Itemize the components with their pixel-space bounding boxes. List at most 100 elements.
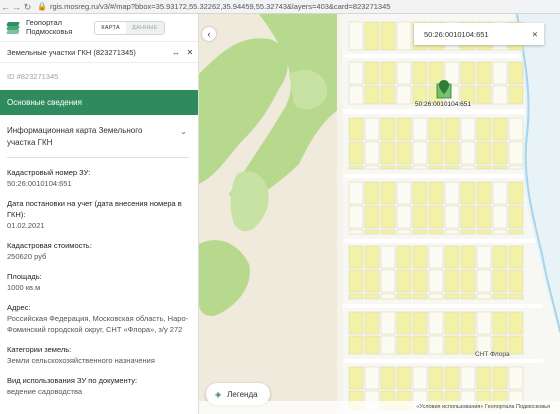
copyright-bar[interactable]: «Условия использования» Геопортала Подмо…	[199, 401, 560, 414]
section-main-info[interactable]: Основные сведения	[0, 90, 198, 115]
land-parcel	[380, 165, 396, 170]
land-parcel	[364, 293, 380, 300]
land-parcel	[396, 117, 412, 141]
land-parcel	[444, 205, 460, 229]
land-parcel	[396, 85, 412, 105]
land-parcel	[412, 205, 428, 229]
road	[343, 304, 543, 308]
land-parcel	[364, 335, 380, 355]
logo-text[interactable]: Геопортал Подмосковья	[26, 18, 72, 36]
field-cadastral-value: Кадастровая стоимость: 250620 руб	[0, 240, 198, 262]
land-parcel	[428, 141, 444, 165]
land-parcel	[428, 293, 444, 300]
land-parcel	[380, 335, 396, 355]
land-parcel	[460, 311, 476, 335]
land-parcel	[508, 61, 524, 85]
land-parcel	[380, 205, 396, 229]
land-parcel	[412, 117, 428, 141]
land-parcel	[444, 117, 460, 141]
field-value: Российская Федерация, Московская область…	[7, 314, 189, 334]
land-parcel	[508, 165, 524, 170]
logo-header: Геопортал Подмосковья КАРТА ДАННЫЕ	[0, 14, 198, 41]
land-parcel	[412, 229, 428, 235]
land-parcel	[444, 61, 460, 85]
land-parcel	[348, 335, 364, 355]
url-field[interactable]: rgis.mosreg.ru/v3/#/map?bbox=35.93172,55…	[50, 2, 390, 11]
land-parcel	[460, 229, 476, 235]
land-parcel	[476, 269, 492, 293]
field-label: Адрес:	[7, 303, 31, 312]
chevron-down-icon[interactable]: ⌄	[180, 127, 187, 136]
land-parcel	[460, 61, 476, 85]
land-parcel	[492, 269, 508, 293]
land-parcel	[508, 229, 524, 235]
field-value: 50:26:0010104:651	[7, 179, 72, 188]
land-parcel	[508, 205, 524, 229]
land-parcel	[444, 141, 460, 165]
clear-search-icon[interactable]: ✕	[532, 30, 538, 39]
land-parcel	[396, 205, 412, 229]
expand-arrows-icon[interactable]: ↔	[170, 48, 182, 57]
land-parcel	[380, 21, 396, 51]
back-arrow-icon[interactable]: ←	[0, 0, 11, 14]
land-parcel	[492, 205, 508, 229]
land-parcel	[508, 117, 524, 141]
map-view[interactable]: ‹ 50:26:0010104:651 ✕ 50:26:0010104:651 …	[199, 14, 560, 414]
land-parcel	[396, 165, 412, 170]
land-parcel	[492, 85, 508, 105]
land-parcel	[508, 269, 524, 293]
land-parcel	[476, 311, 492, 335]
mode-data-button[interactable]: ДАННЫЕ	[125, 21, 164, 34]
lock-icon: 🔒	[37, 2, 47, 11]
land-parcel	[348, 311, 364, 335]
land-parcel	[412, 165, 428, 170]
land-parcel	[476, 366, 492, 390]
land-parcel	[396, 335, 412, 355]
land-parcel	[364, 245, 380, 269]
land-parcel	[508, 293, 524, 300]
road	[343, 239, 543, 243]
land-parcel	[348, 229, 364, 235]
map-search-input[interactable]: 50:26:0010104:651 ✕	[414, 23, 544, 45]
land-parcel	[348, 293, 364, 300]
browser-address-bar: ← → ↻ 🔒 rgis.mosreg.ru/v3/#/map?bbox=35.…	[0, 0, 560, 14]
land-parcel	[460, 165, 476, 170]
land-parcel	[380, 293, 396, 300]
land-parcel	[428, 61, 444, 85]
land-parcel	[348, 165, 364, 170]
land-parcel	[460, 293, 476, 300]
land-parcel	[380, 61, 396, 85]
card-title: Земельные участки ГКН (823271345)	[7, 47, 136, 57]
land-parcel	[364, 165, 380, 170]
land-parcel	[380, 229, 396, 235]
land-parcel	[492, 181, 508, 205]
land-parcel	[508, 245, 524, 269]
search-value: 50:26:0010104:651	[424, 29, 489, 39]
land-parcel	[508, 366, 524, 390]
land-parcel	[444, 293, 460, 300]
land-parcel	[460, 141, 476, 165]
road	[337, 14, 343, 414]
land-parcel	[364, 269, 380, 293]
land-parcel	[444, 165, 460, 170]
land-parcel	[508, 141, 524, 165]
road	[343, 174, 543, 178]
info-card-dropdown[interactable]: Информационная карта Земельного участка …	[7, 125, 189, 158]
close-icon[interactable]: ✕	[184, 48, 196, 57]
forward-arrow-icon[interactable]: →	[11, 0, 22, 14]
reload-icon[interactable]: ↻	[22, 0, 33, 14]
land-parcel	[444, 311, 460, 335]
collapse-panel-button[interactable]: ‹	[202, 27, 216, 41]
road	[343, 359, 543, 363]
land-parcel	[428, 181, 444, 205]
layers-icon: ◈	[215, 389, 222, 399]
land-parcel	[396, 181, 412, 205]
land-parcel	[364, 117, 380, 141]
land-parcel	[364, 141, 380, 165]
land-parcel	[380, 311, 396, 335]
land-parcel	[364, 229, 380, 235]
land-parcel	[380, 269, 396, 293]
info-card-title: Информационная карта Земельного участка …	[7, 126, 143, 147]
land-parcel	[412, 366, 428, 390]
mode-map-button[interactable]: КАРТА	[95, 21, 126, 34]
